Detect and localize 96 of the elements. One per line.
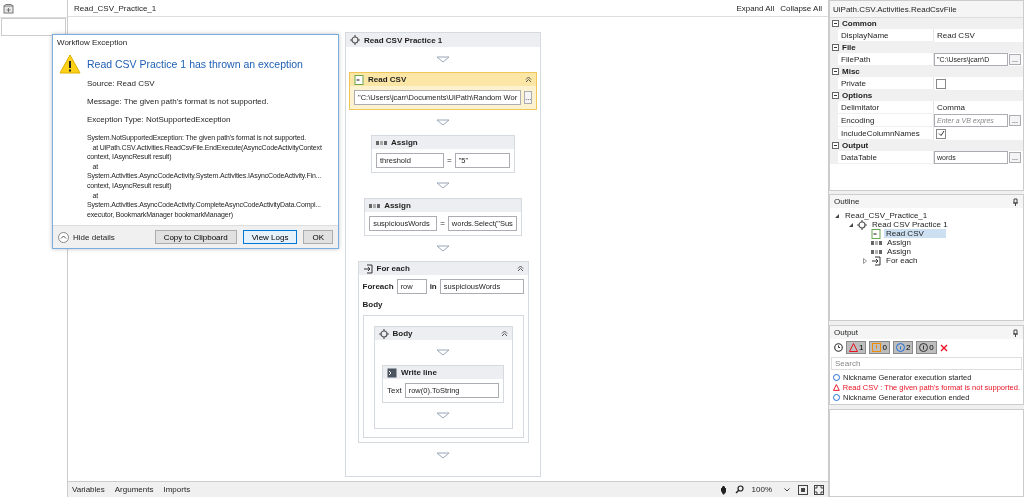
loop-icon: [871, 255, 881, 266]
activity-title: For each: [376, 264, 410, 273]
warning-icon: [59, 54, 81, 74]
property-value[interactable]: Comma: [934, 103, 965, 112]
tree-item[interactable]: Read CSV Practice 1: [870, 220, 950, 229]
text-label: Text: [387, 386, 402, 395]
clock-icon[interactable]: [834, 343, 843, 352]
bottom-tab[interactable]: Imports: [163, 485, 191, 494]
info-icon: [833, 374, 840, 381]
log-filter-button[interactable]: 2: [892, 341, 914, 354]
foreach-label: Foreach: [362, 282, 394, 291]
search-icon[interactable]: [734, 485, 744, 494]
bottom-tab[interactable]: Variables: [72, 485, 105, 494]
category-label: Common: [842, 19, 877, 28]
sequence-title: Read CSV Practice 1: [364, 35, 443, 45]
collapse-icon[interactable]: [832, 20, 839, 27]
error-icon: [849, 343, 858, 352]
hide-details-toggle[interactable]: Hide details: [58, 231, 115, 243]
panel-title: Outline: [834, 197, 860, 206]
collapse-icon[interactable]: [832, 44, 839, 51]
properties-title: UiPath.CSV.Activities.ReadCsvFile: [830, 1, 1023, 18]
tree-item[interactable]: Read_CSV_Practice_1: [843, 211, 930, 220]
drop-target-icon: [436, 119, 450, 126]
tree-item[interactable]: For each: [884, 256, 920, 265]
pin-icon[interactable]: [1012, 328, 1019, 337]
detail-text: Message: The given path's format is not supported.: [87, 97, 270, 106]
chevron-up-icon: [58, 231, 69, 243]
collapse-icon[interactable]: [832, 142, 839, 149]
zoom-dropdown[interactable]: 100%: [749, 485, 792, 494]
info-icon: [833, 394, 840, 401]
info-icon: [895, 343, 905, 352]
search-field[interactable]: Search: [831, 357, 1022, 370]
workflow-title: Read_CSV_Practice_1: [74, 3, 157, 13]
log-filter-button[interactable]: 0: [916, 341, 937, 354]
equals-sign: =: [447, 156, 452, 165]
activity-title: Assign: [391, 138, 418, 147]
dialog-button[interactable]: View Logs: [242, 230, 298, 245]
fullscreen-icon[interactable]: [814, 484, 824, 495]
collapse-icon[interactable]: [500, 330, 508, 337]
log-filter-button[interactable]: 1: [846, 341, 867, 354]
drop-target-icon: [436, 349, 450, 356]
category-label: Options: [842, 91, 873, 100]
activity-title: Assign: [384, 201, 411, 210]
drop-target-icon: [436, 245, 450, 252]
in-label: in: [429, 282, 437, 291]
collapse-icon[interactable]: [832, 92, 839, 99]
warning-icon: [872, 343, 882, 352]
bottom-tab[interactable]: Arguments: [114, 485, 154, 494]
category-label: File: [842, 43, 856, 52]
tree-item[interactable]: Assign: [885, 238, 913, 247]
error-icon: [833, 384, 840, 391]
sequence-container[interactable]: [345, 32, 541, 477]
equals-sign: =: [440, 219, 445, 228]
activity-title: Write line: [401, 368, 437, 377]
drop-target-icon: [436, 412, 450, 419]
collapse-all-link[interactable]: Collapse All: [780, 3, 822, 13]
dialog-heading: Read CSV Practice 1 has thrown an exception: [87, 58, 304, 70]
body-label: Body: [361, 299, 384, 311]
dialog-button[interactable]: Copy to Clipboard: [154, 230, 237, 245]
dialog-button[interactable]: OK: [303, 230, 333, 245]
clear-icon[interactable]: [939, 343, 948, 352]
input-field[interactable]: [1, 18, 66, 36]
loop-icon: [362, 263, 373, 274]
package-icon[interactable]: [3, 3, 14, 14]
expand-all-link[interactable]: Expand All: [736, 3, 775, 13]
detail-text: Source: Read CSV: [87, 79, 156, 88]
activity-title: Read CSV: [368, 75, 407, 84]
detail-text: Exception Type: NotSupportedException: [87, 115, 232, 124]
tree-item[interactable]: Read CSV: [884, 229, 946, 238]
fit-screen-icon[interactable]: [798, 484, 808, 495]
activity-title: Body: [392, 329, 413, 338]
checkbox[interactable]: [936, 128, 946, 139]
tree-item[interactable]: Assign: [885, 247, 913, 256]
collapse-arrow-icon[interactable]: [834, 212, 840, 219]
property-name: Delimitator: [838, 101, 934, 114]
pin-icon[interactable]: [1012, 197, 1019, 206]
expand-arrow-icon[interactable]: [862, 257, 868, 264]
document-icon: [354, 74, 364, 85]
category-label: Output: [842, 141, 869, 150]
collapse-icon[interactable]: [516, 265, 524, 272]
document-icon: [871, 228, 881, 239]
drop-target-icon: [436, 452, 450, 459]
panel-title: Output: [834, 328, 858, 337]
checkbox[interactable]: [936, 78, 946, 89]
collapse-arrow-icon[interactable]: [848, 221, 854, 228]
category-label: Misc: [842, 67, 860, 76]
log-filter-button[interactable]: 0: [869, 341, 890, 354]
property-value[interactable]: Read CSV: [934, 31, 975, 40]
collapse-icon[interactable]: [525, 76, 532, 83]
dialog-title: Workflow Exception: [56, 37, 129, 49]
terminal-icon: [387, 367, 397, 378]
trace-icon: [919, 343, 929, 352]
caret-icon: [784, 487, 790, 492]
collapse-icon[interactable]: [832, 68, 839, 75]
drop-target-icon: [436, 182, 450, 189]
drop-target-icon: [436, 56, 450, 63]
